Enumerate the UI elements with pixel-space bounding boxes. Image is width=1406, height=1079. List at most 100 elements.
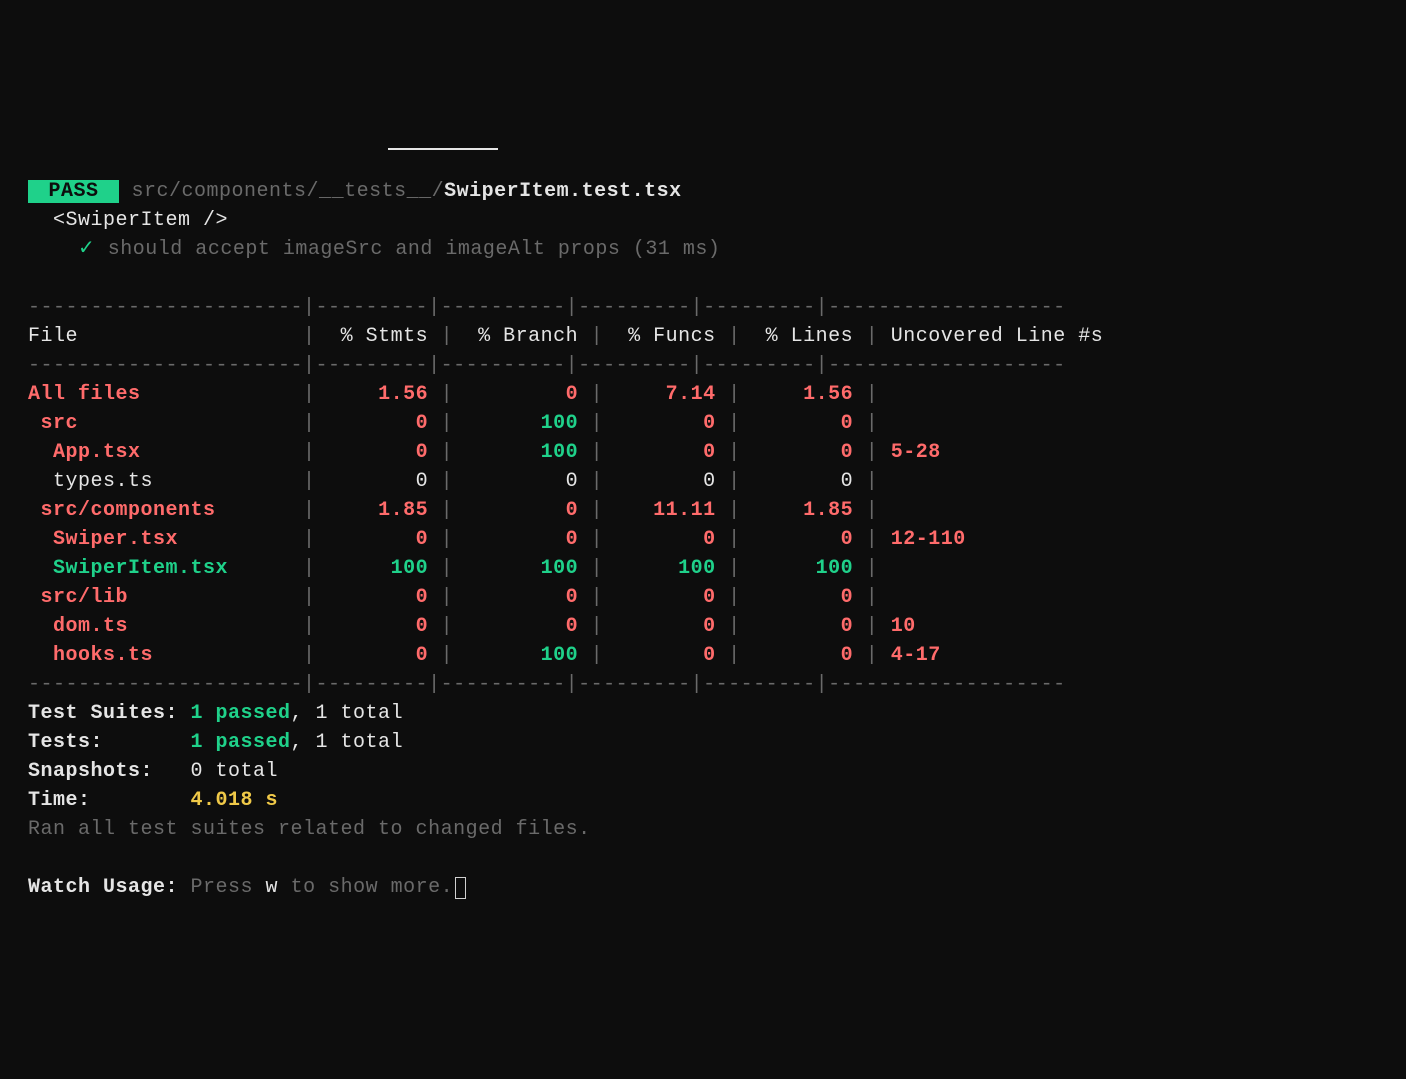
watch-press: Press <box>191 876 266 899</box>
coverage-lines: 0 <box>753 412 853 435</box>
col-header-lines: % Lines <box>753 325 853 348</box>
coverage-row: types.ts | 0 | 0 | 0 | 0 | <box>28 467 1378 496</box>
test-case-line: ✓ should accept imageSrc and imageAlt pr… <box>28 235 1378 264</box>
coverage-uncovered <box>891 470 1116 493</box>
coverage-file: src/lib <box>28 586 291 609</box>
summary-tests-passed: 1 passed <box>191 731 291 754</box>
coverage-branch: 0 <box>466 383 579 406</box>
coverage-uncovered: 5-28 <box>891 441 1116 464</box>
coverage-file: src <box>28 412 291 435</box>
terminal-output: PASS src/components/__tests__/SwiperItem… <box>28 148 1378 902</box>
col-header-branch: % Branch <box>466 325 579 348</box>
check-icon: ✓ <box>78 238 95 261</box>
coverage-lines: 0 <box>753 615 853 638</box>
coverage-row: src | 0 | 100 | 0 | 0 | <box>28 409 1378 438</box>
coverage-border-bottom: ----------------------|---------|-------… <box>28 670 1378 699</box>
summary-time-value: 4.018 s <box>191 789 279 812</box>
coverage-funcs: 0 <box>616 528 716 551</box>
test-path-file: SwiperItem.test.tsx <box>444 180 682 203</box>
coverage-file: All files <box>28 383 291 406</box>
watch-usage-label: Watch Usage: <box>28 876 191 899</box>
coverage-row: hooks.ts | 0 | 100 | 0 | 0 | 4-17 <box>28 641 1378 670</box>
coverage-branch: 100 <box>466 644 579 667</box>
coverage-file: hooks.ts <box>28 644 291 667</box>
coverage-uncovered: 10 <box>891 615 1116 638</box>
coverage-row: dom.ts | 0 | 0 | 0 | 0 | 10 <box>28 612 1378 641</box>
coverage-branch: 0 <box>466 470 579 493</box>
coverage-file: SwiperItem.tsx <box>28 557 291 580</box>
coverage-header-row: File | % Stmts | % Branch | % Funcs | % … <box>28 322 1378 351</box>
coverage-lines: 0 <box>753 528 853 551</box>
summary-snapshots-value: 0 total <box>191 760 279 783</box>
coverage-branch: 100 <box>466 441 579 464</box>
summary-time-label: Time: <box>28 789 191 812</box>
coverage-file: dom.ts <box>28 615 291 638</box>
coverage-uncovered <box>891 383 1116 406</box>
pass-badge: PASS <box>28 180 119 203</box>
coverage-row: src/lib | 0 | 0 | 0 | 0 | <box>28 583 1378 612</box>
summary-tests-total: , 1 total <box>291 731 404 754</box>
coverage-funcs: 0 <box>616 412 716 435</box>
watch-key: w <box>266 876 279 899</box>
coverage-branch: 100 <box>466 412 579 435</box>
coverage-border-top: ----------------------|---------|-------… <box>28 293 1378 322</box>
col-header-file: File <box>28 325 291 348</box>
col-header-funcs: % Funcs <box>616 325 716 348</box>
coverage-row: src/components | 1.85 | 0 | 11.11 | 1.85… <box>28 496 1378 525</box>
coverage-lines: 1.85 <box>753 499 853 522</box>
coverage-stmts: 0 <box>328 412 428 435</box>
coverage-uncovered: 4-17 <box>891 644 1116 667</box>
summary-tests: Tests: 1 passed, 1 total <box>28 728 1378 757</box>
summary-suites: Test Suites: 1 passed, 1 total <box>28 699 1378 728</box>
summary-suites-label: Test Suites: <box>28 702 191 725</box>
coverage-funcs: 0 <box>616 644 716 667</box>
coverage-uncovered <box>891 586 1116 609</box>
test-path-prefix: src/components/__tests__/ <box>132 180 445 203</box>
coverage-lines: 0 <box>753 586 853 609</box>
describe-block: <SwiperItem /> <box>28 209 228 232</box>
coverage-file: App.tsx <box>28 441 291 464</box>
coverage-stmts: 0 <box>328 470 428 493</box>
coverage-file: types.ts <box>28 470 291 493</box>
coverage-row: SwiperItem.tsx | 100 | 100 | 100 | 100 | <box>28 554 1378 583</box>
summary-snapshots-label: Snapshots: <box>28 760 191 783</box>
coverage-lines: 0 <box>753 441 853 464</box>
col-header-uncovered: Uncovered Line #s <box>891 325 1116 348</box>
coverage-stmts: 0 <box>328 615 428 638</box>
coverage-funcs: 0 <box>616 441 716 464</box>
coverage-branch: 0 <box>466 528 579 551</box>
describe-line: <SwiperItem /> <box>28 206 1378 235</box>
coverage-stmts: 0 <box>328 644 428 667</box>
coverage-funcs: 0 <box>616 615 716 638</box>
summary-time: Time: 4.018 s <box>28 786 1378 815</box>
coverage-lines: 0 <box>753 470 853 493</box>
watch-rest: to show more. <box>278 876 453 899</box>
coverage-branch: 0 <box>466 586 579 609</box>
coverage-branch: 0 <box>466 615 579 638</box>
coverage-branch: 100 <box>466 557 579 580</box>
test-case-name: should accept imageSrc and imageAlt prop… <box>108 238 721 261</box>
coverage-funcs: 0 <box>616 586 716 609</box>
coverage-row: Swiper.tsx | 0 | 0 | 0 | 0 | 12-110 <box>28 525 1378 554</box>
coverage-funcs: 11.11 <box>616 499 716 522</box>
blank-line <box>28 264 1378 293</box>
coverage-stmts: 0 <box>328 528 428 551</box>
coverage-lines: 1.56 <box>753 383 853 406</box>
coverage-funcs: 0 <box>616 470 716 493</box>
coverage-stmts: 0 <box>328 586 428 609</box>
coverage-uncovered <box>891 499 1116 522</box>
coverage-file: Swiper.tsx <box>28 528 291 551</box>
coverage-branch: 0 <box>466 499 579 522</box>
coverage-row: All files | 1.56 | 0 | 7.14 | 1.56 | <box>28 380 1378 409</box>
test-suite-header: PASS src/components/__tests__/SwiperItem… <box>28 177 1378 206</box>
coverage-file: src/components <box>28 499 291 522</box>
coverage-stmts: 1.85 <box>328 499 428 522</box>
table-border: ----------------------|---------|-------… <box>28 673 1066 696</box>
coverage-uncovered <box>891 557 1116 580</box>
coverage-row: App.tsx | 0 | 100 | 0 | 0 | 5-28 <box>28 438 1378 467</box>
coverage-stmts: 1.56 <box>328 383 428 406</box>
cursor-icon[interactable] <box>455 877 466 899</box>
summary-suites-passed: 1 passed <box>191 702 291 725</box>
table-border: ----------------------|---------|-------… <box>28 296 1066 319</box>
coverage-funcs: 7.14 <box>616 383 716 406</box>
